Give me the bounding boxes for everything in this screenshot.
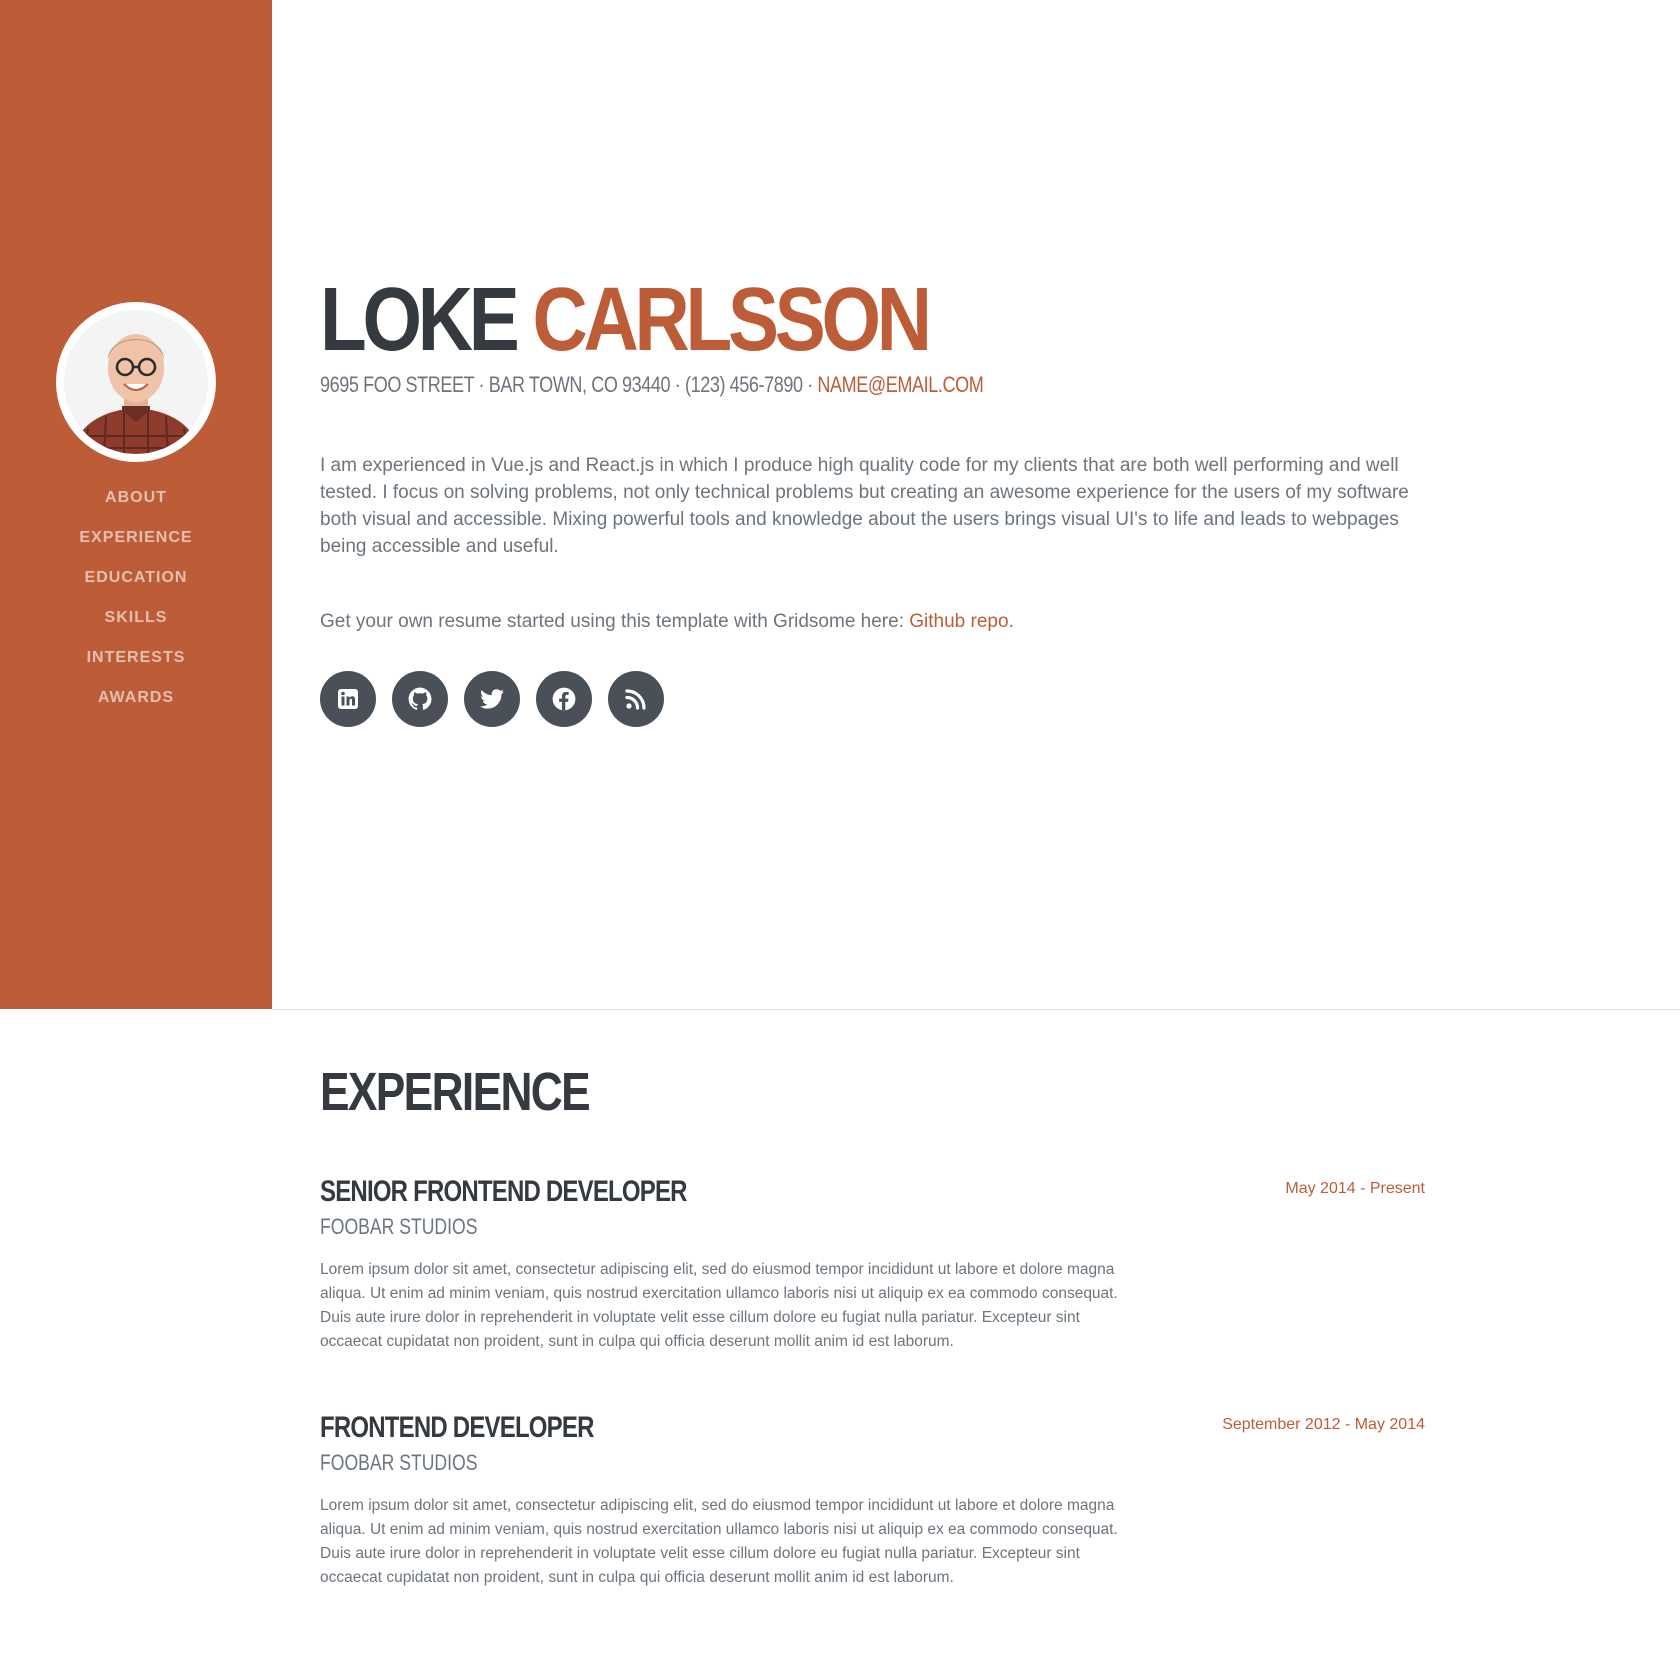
job-entry: SENIOR FRONTEND DEVELOPER FOOBAR STUDIOS… — [320, 1174, 1425, 1354]
facebook-icon — [552, 687, 576, 711]
github-repo-link[interactable]: Github repo — [909, 611, 1008, 632]
linkedin-icon — [338, 689, 358, 709]
twitter-button[interactable] — [464, 671, 520, 727]
rss-icon — [625, 689, 646, 710]
job-date: September 2012 - May 2014 — [1222, 1416, 1425, 1433]
nav-link-education[interactable]: EDUCATION — [85, 569, 188, 586]
rss-button[interactable] — [608, 671, 664, 727]
nav-item-education: EDUCATION — [0, 560, 272, 600]
nav-link-experience[interactable]: EXPERIENCE — [79, 529, 192, 546]
facebook-button[interactable] — [536, 671, 592, 727]
job-date: May 2014 - Present — [1285, 1180, 1425, 1197]
last-name: CARLSSON — [532, 270, 933, 370]
nav-item-skills: SKILLS — [0, 600, 272, 640]
first-name: LOKE — [320, 270, 520, 370]
sidebar: ABOUT EXPERIENCE EDUCATION SKILLS INTERE… — [0, 0, 272, 1009]
job-description: Lorem ipsum dolor sit amet, consectetur … — [320, 1261, 1118, 1350]
twitter-icon — [480, 689, 504, 709]
page-title: LOKE CARLSSON — [320, 270, 1259, 370]
nav-item-about: ABOUT — [0, 480, 272, 520]
job-company: FOOBAR STUDIOS — [320, 1450, 478, 1475]
nav-item-interests: INTERESTS — [0, 640, 272, 680]
repo-text: Get your own resume started using this t… — [320, 608, 1425, 635]
job-title: SENIOR FRONTEND DEVELOPER — [320, 1175, 688, 1208]
nav-item-awards: AWARDS — [0, 680, 272, 720]
nav-link-interests[interactable]: INTERESTS — [87, 649, 186, 666]
nav-link-about[interactable]: ABOUT — [105, 489, 167, 506]
about-lead: I am experienced in Vue.js and React.js … — [320, 455, 1409, 557]
experience-section: EXPERIENCE SENIOR FRONTEND DEVELOPER FOO… — [320, 1060, 1425, 1590]
experience-heading: EXPERIENCE — [320, 1062, 591, 1122]
job-title: FRONTEND DEVELOPER — [320, 1411, 594, 1444]
repo-suffix: . — [1008, 611, 1014, 632]
profile-photo — [64, 310, 208, 454]
job-entry: FRONTEND DEVELOPER FOOBAR STUDIOS Lorem … — [320, 1410, 1425, 1590]
address-text: 9695 FOO STREET · BAR TOWN, CO 93440 · (… — [320, 372, 818, 397]
job-description: Lorem ipsum dolor sit amet, consectetur … — [320, 1497, 1118, 1586]
github-icon — [408, 687, 432, 710]
nav-link-awards[interactable]: AWARDS — [98, 689, 174, 706]
sidebar-nav: ABOUT EXPERIENCE EDUCATION SKILLS INTERE… — [0, 480, 272, 720]
social-icons — [320, 671, 1425, 727]
contact-line: 9695 FOO STREET · BAR TOWN, CO 93440 · (… — [320, 372, 1226, 398]
github-button[interactable] — [392, 671, 448, 727]
section-divider — [272, 1009, 1680, 1010]
linkedin-button[interactable] — [320, 671, 376, 727]
avatar[interactable] — [56, 302, 216, 462]
job-company: FOOBAR STUDIOS — [320, 1214, 478, 1239]
about-section: LOKE CARLSSON 9695 FOO STREET · BAR TOWN… — [320, 270, 1425, 727]
nav-item-experience: EXPERIENCE — [0, 520, 272, 560]
repo-prefix: Get your own resume started using this t… — [320, 611, 910, 632]
email-link[interactable]: NAME@EMAIL.COM — [817, 372, 983, 397]
nav-link-skills[interactable]: SKILLS — [105, 609, 168, 626]
